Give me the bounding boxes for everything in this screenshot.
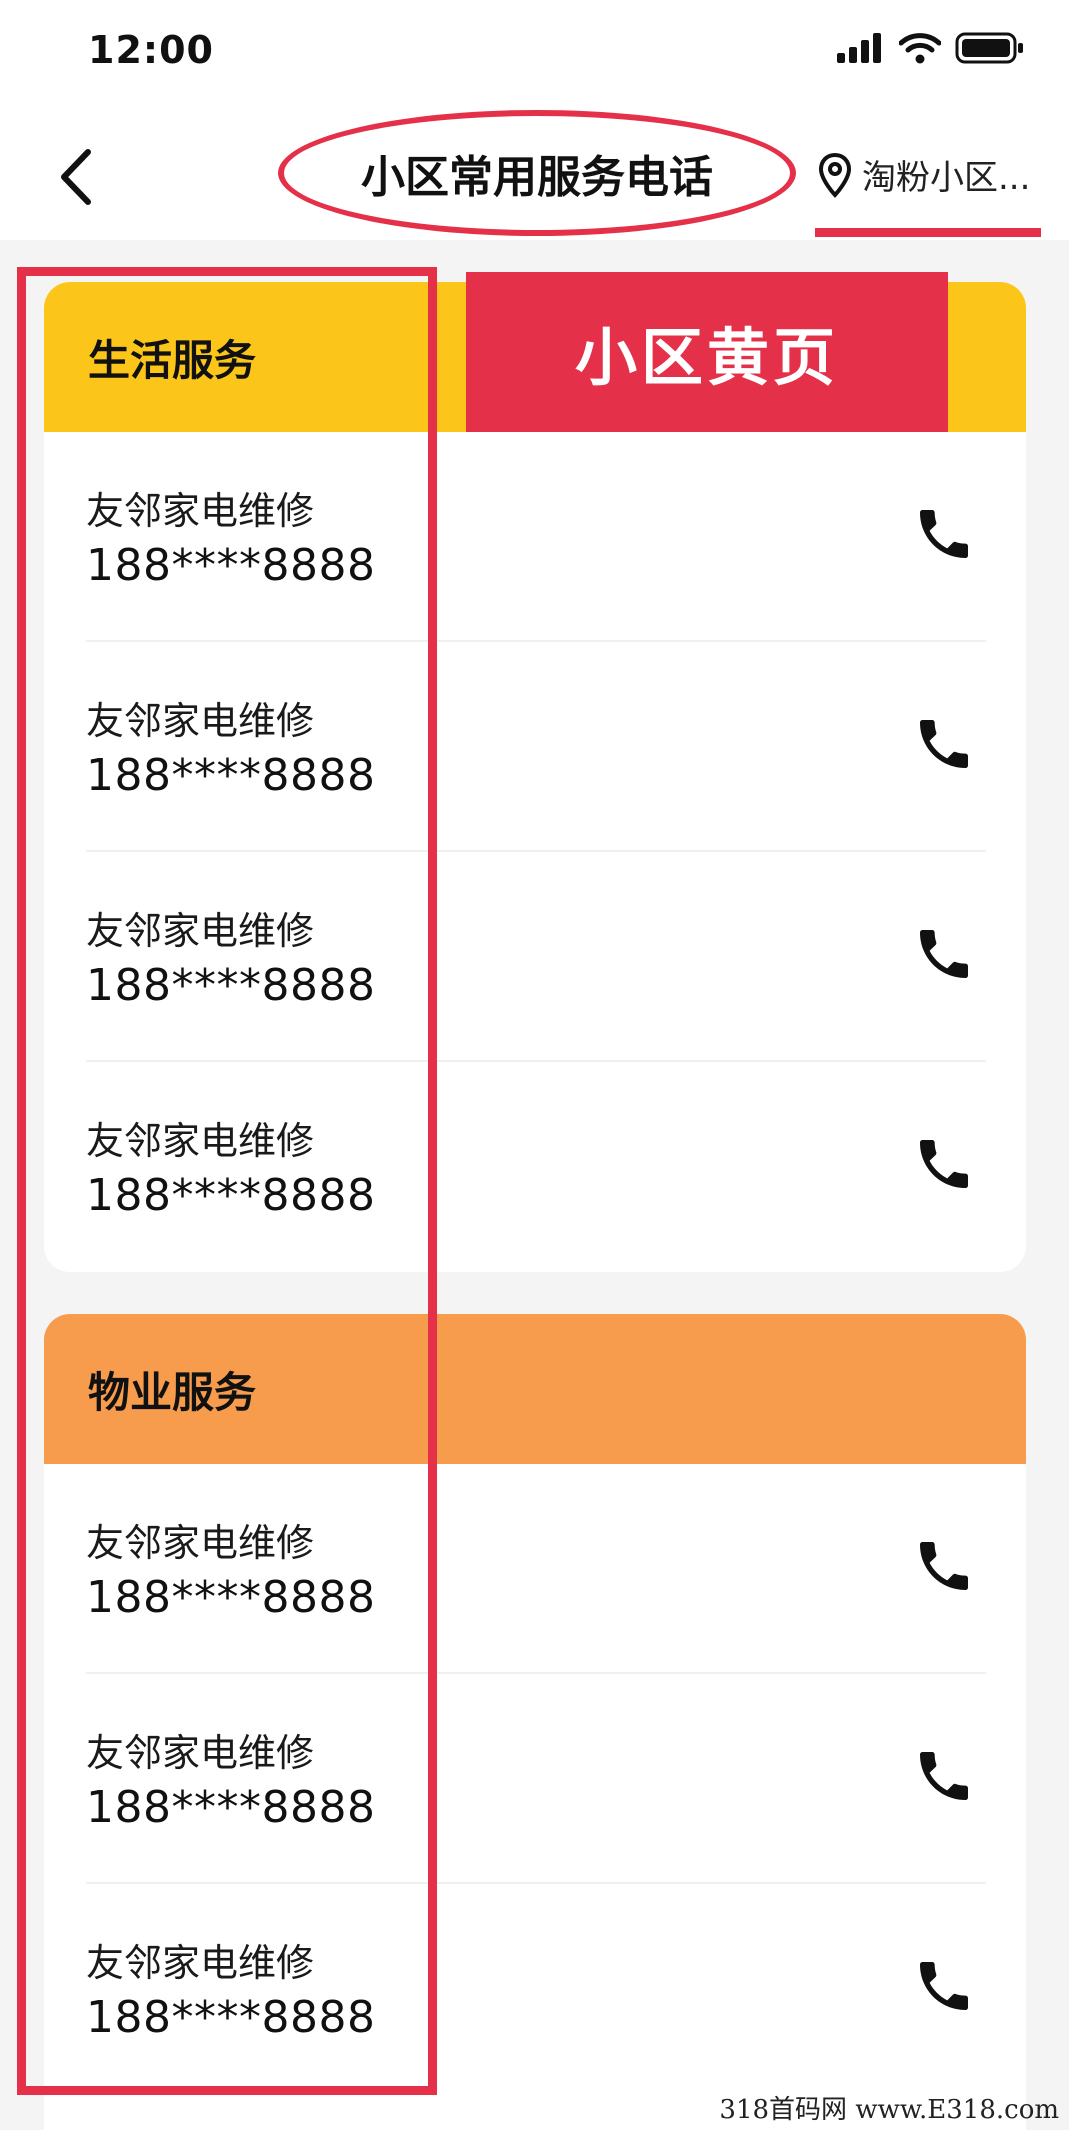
nav-bar: 小区常用服务电话 淘粉小区... (0, 110, 1069, 240)
status-bar: 12:00 (0, 0, 1069, 110)
phone-icon[interactable] (912, 502, 976, 566)
phone-icon[interactable] (912, 712, 976, 776)
status-icons (837, 32, 1025, 64)
signal-icon (837, 33, 881, 63)
location-annotation-underline (815, 228, 1041, 237)
status-time: 12:00 (88, 28, 214, 72)
back-arrow-icon[interactable] (52, 146, 102, 208)
battery-icon (955, 32, 1023, 64)
phone-icon[interactable] (912, 1954, 976, 2018)
watermark: 318首码网 www.E318.com (719, 2095, 1059, 2125)
location-selector[interactable]: 淘粉小区... (818, 150, 1030, 199)
phone-icon[interactable] (912, 922, 976, 986)
yellow-pages-banner: 小区黄页 (466, 272, 948, 432)
location-label: 淘粉小区... (862, 158, 1031, 198)
location-pin-icon (818, 152, 852, 198)
wifi-icon (899, 33, 941, 64)
annotation-highlight-box (17, 267, 437, 2095)
phone-icon[interactable] (912, 1534, 976, 1598)
page-title: 小区常用服务电话 (361, 152, 713, 203)
phone-icon[interactable] (912, 1132, 976, 1196)
phone-icon[interactable] (912, 1744, 976, 1808)
